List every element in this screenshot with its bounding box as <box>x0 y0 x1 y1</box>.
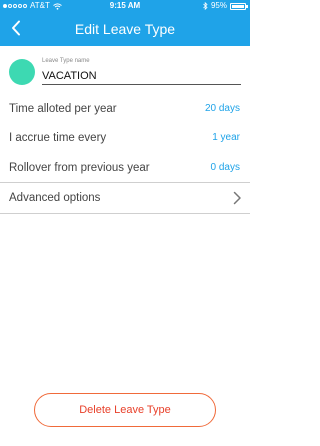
leave-type-name-input[interactable] <box>42 67 241 85</box>
chevron-right-icon <box>233 191 241 205</box>
chevron-left-icon <box>12 20 20 36</box>
battery-percent: 95% <box>210 1 227 10</box>
status-right-group: 95% <box>203 0 248 12</box>
page-title: Edit Leave Type <box>74 21 176 37</box>
setting-value: 0 days <box>210 162 240 173</box>
setting-row-accrue-time[interactable]: I accrue time every 1 year <box>0 123 250 153</box>
app-header: AT&T 9:15 AM 95% Edit Leave Type <box>0 0 250 46</box>
setting-row-time-alloted[interactable]: Time alloted per year 20 days <box>0 94 250 124</box>
delete-leave-type-button[interactable]: Delete Leave Type <box>34 393 216 427</box>
leave-color-picker[interactable] <box>9 59 35 85</box>
setting-label: Time alloted per year <box>9 103 117 115</box>
nav-bar: Edit Leave Type <box>0 12 250 46</box>
battery-icon <box>230 2 248 10</box>
setting-label: Rollover from previous year <box>9 162 150 174</box>
leave-type-name-label: Leave Type name <box>42 58 90 64</box>
divider <box>0 213 250 214</box>
setting-value: 20 days <box>204 103 240 114</box>
setting-label: I accrue time every <box>9 132 107 144</box>
status-bar: AT&T 9:15 AM 95% <box>0 0 250 12</box>
setting-value: 1 year <box>212 132 240 143</box>
leave-type-name-row: Leave Type name <box>0 52 250 94</box>
bluetooth-icon <box>203 2 208 10</box>
setting-row-rollover[interactable]: Rollover from previous year 0 days <box>0 153 250 183</box>
advanced-options-row[interactable]: Advanced options <box>0 183 250 213</box>
back-button[interactable] <box>6 16 26 40</box>
advanced-options-label: Advanced options <box>9 192 101 204</box>
